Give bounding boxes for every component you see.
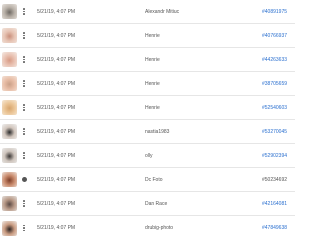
table-row[interactable]: 5/21/19, 4:07 PM Henrie #40766937 (0, 24, 295, 48)
table-row[interactable]: 5/21/19, 4:07 PM Henrie #52540603 (0, 96, 295, 120)
table-row[interactable]: 5/21/19, 4:07 PM Henrie #38705659 (0, 72, 295, 96)
image-id-link[interactable]: #40766937 (262, 33, 287, 39)
more-options-icon[interactable] (21, 53, 27, 67)
thumbnail[interactable] (2, 76, 17, 91)
thumbnail[interactable] (2, 52, 17, 67)
table-row[interactable]: 5/21/19, 4:07 PM Dc Foto #50234692 (0, 168, 295, 192)
thumbnail[interactable] (2, 220, 17, 236)
table-row[interactable]: 5/21/19, 4:07 PM drubig-photo #47849638 (0, 216, 295, 240)
author-cell: drubig-photo (145, 225, 174, 231)
more-options-icon[interactable] (21, 5, 27, 19)
image-id-link[interactable]: #44263633 (262, 57, 287, 63)
author-cell: Henrie (145, 32, 160, 39)
date-cell: 5/21/19, 4:07 PM (37, 200, 76, 207)
table-row[interactable]: 5/21/19, 4:07 PM Alexandr Mitiuc #408919… (0, 0, 295, 24)
table-row[interactable]: 5/21/19, 4:07 PM olly #52902394 (0, 144, 295, 168)
author-cell: Henrie (145, 104, 160, 111)
more-options-icon[interactable] (21, 77, 27, 91)
more-options-icon[interactable] (21, 125, 27, 139)
date-cell: 5/21/19, 4:07 PM (37, 8, 76, 15)
image-id-link[interactable]: #47849638 (262, 225, 287, 231)
image-id-link[interactable]: #50234692 (262, 177, 287, 183)
thumbnail[interactable] (2, 28, 17, 43)
author-cell: Dan Race (145, 200, 168, 207)
thumbnail[interactable] (2, 124, 17, 139)
date-cell: 5/21/19, 4:07 PM (37, 32, 76, 39)
author-cell: Henrie (145, 80, 160, 87)
date-cell: 5/21/19, 4:07 PM (37, 80, 76, 87)
image-id-link[interactable]: #52902394 (262, 153, 287, 159)
more-options-icon[interactable] (21, 101, 27, 115)
image-id-link[interactable]: #53270045 (262, 129, 287, 135)
info-icon[interactable] (21, 173, 27, 187)
thumbnail[interactable] (2, 148, 17, 163)
more-options-icon[interactable] (21, 149, 27, 163)
image-id-link[interactable]: #38705659 (262, 81, 287, 87)
thumbnail[interactable] (2, 196, 17, 211)
author-cell: Alexandr Mitiuc (145, 8, 180, 15)
image-id-link[interactable]: #42164081 (262, 201, 287, 207)
image-id-link[interactable]: #52540603 (262, 105, 287, 111)
date-cell: 5/21/19, 4:07 PM (37, 176, 76, 183)
image-history-list: 5/21/19, 4:07 PM Alexandr Mitiuc #408919… (0, 0, 295, 244)
thumbnail[interactable] (2, 172, 17, 187)
table-row[interactable]: 5/21/19, 4:07 PM Dan Race #42164081 (0, 192, 295, 216)
more-options-icon[interactable] (21, 29, 27, 43)
author-cell: nastia1983 (145, 128, 170, 135)
author-cell: olly (145, 152, 153, 159)
more-options-icon[interactable] (21, 197, 27, 211)
date-cell: 5/21/19, 4:07 PM (37, 225, 76, 231)
date-cell: 5/21/19, 4:07 PM (37, 56, 76, 63)
author-cell: Dc Foto (145, 176, 163, 183)
date-cell: 5/21/19, 4:07 PM (37, 152, 76, 159)
image-id-link[interactable]: #40891975 (262, 9, 287, 15)
table-row[interactable]: 5/21/19, 4:07 PM Henrie #44263633 (0, 48, 295, 72)
date-cell: 5/21/19, 4:07 PM (37, 128, 76, 135)
thumbnail[interactable] (2, 4, 17, 19)
date-cell: 5/21/19, 4:07 PM (37, 104, 76, 111)
author-cell: Henrie (145, 56, 160, 63)
thumbnail[interactable] (2, 100, 17, 115)
more-options-icon[interactable] (21, 221, 27, 235)
table-row[interactable]: 5/21/19, 4:07 PM nastia1983 #53270045 (0, 120, 295, 144)
